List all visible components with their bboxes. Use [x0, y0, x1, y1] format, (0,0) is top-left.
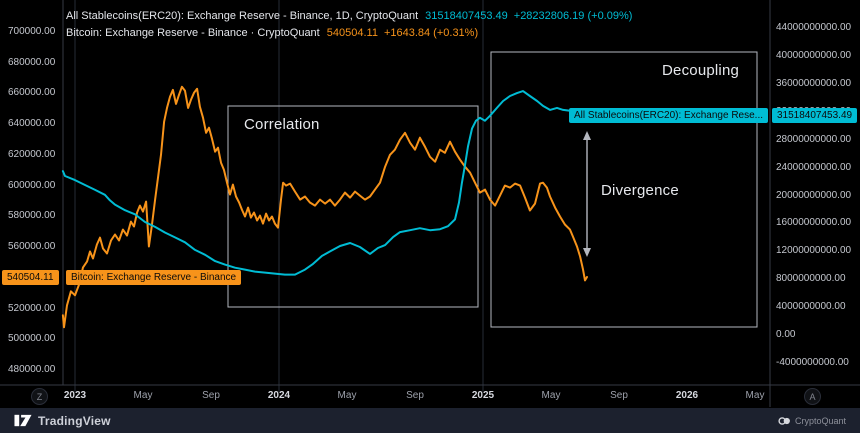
- bitcoin-series-line: [63, 87, 587, 327]
- time-axis-tick[interactable]: May: [746, 390, 765, 401]
- time-axis-tick[interactable]: May: [338, 390, 357, 401]
- divergence-annotation-label[interactable]: Divergence: [601, 182, 679, 199]
- legend-bitcoin-value: 540504.11: [327, 27, 378, 39]
- time-axis-tick[interactable]: 2026: [676, 390, 698, 401]
- right-axis-tick: 20000000000.00: [776, 190, 851, 202]
- right-axis-tick: 44000000000.00: [776, 22, 851, 34]
- left-axis-tick: 680000.00: [8, 57, 55, 69]
- right-axis-tick: 0.00: [776, 329, 795, 341]
- tradingview-chart-window: All Stablecoins(ERC20): Exchange Reserve…: [0, 0, 860, 433]
- time-axis-tick[interactable]: Sep: [406, 390, 424, 401]
- left-axis-tick: 640000.00: [8, 118, 55, 130]
- right-axis-tick: 12000000000.00: [776, 245, 851, 257]
- legend-stablecoin-change: +28232806.19 (+0.09%): [514, 10, 633, 22]
- stablecoin-price-axis-tag: 31518407453.49: [772, 108, 857, 123]
- decoupling-annotation-label[interactable]: Decoupling: [662, 62, 739, 79]
- left-axis-tick: 700000.00: [8, 26, 55, 38]
- legend-bitcoin-title[interactable]: Bitcoin: Exchange Reserve - Binance · Cr…: [66, 27, 320, 39]
- left-scale-mode-button[interactable]: Z: [31, 388, 48, 405]
- correlation-annotation-label[interactable]: Correlation: [244, 116, 320, 133]
- left-axis-tick: 600000.00: [8, 180, 55, 192]
- right-axis-tick: 24000000000.00: [776, 162, 851, 174]
- time-axis-tick[interactable]: 2025: [472, 390, 494, 401]
- right-axis-tick: -4000000000.00: [776, 357, 849, 369]
- legend-stablecoin-title[interactable]: All Stablecoins(ERC20): Exchange Reserve…: [66, 10, 418, 22]
- time-axis-tick[interactable]: 2024: [268, 390, 290, 401]
- left-axis-tick: 560000.00: [8, 241, 55, 253]
- cryptoquant-watermark: CryptoQuant: [778, 416, 846, 426]
- tradingview-brand[interactable]: TradingView: [14, 414, 111, 428]
- legend-row-bitcoin[interactable]: Bitcoin: Exchange Reserve - Binance · Cr…: [66, 25, 638, 42]
- divergence-arrowhead-down: [583, 248, 591, 257]
- chart-legend: All Stablecoins(ERC20): Exchange Reserve…: [66, 8, 638, 42]
- correlation-box: [228, 106, 478, 307]
- cryptoquant-watermark-label: CryptoQuant: [795, 416, 846, 426]
- stablecoin-series-name-tag[interactable]: All Stablecoins(ERC20): Exchange Rese...: [569, 108, 768, 123]
- time-axis-tick[interactable]: May: [542, 390, 561, 401]
- auto-scale-button[interactable]: A: [804, 388, 821, 405]
- divergence-arrowhead-up: [583, 131, 591, 140]
- legend-row-stablecoin[interactable]: All Stablecoins(ERC20): Exchange Reserve…: [66, 8, 638, 25]
- bitcoin-series-name-tag[interactable]: Bitcoin: Exchange Reserve - Binance: [66, 270, 241, 285]
- footer-bar: TradingView CryptoQuant: [0, 408, 860, 433]
- left-axis-tick: 580000.00: [8, 210, 55, 222]
- right-axis-tick: 16000000000.00: [776, 217, 851, 229]
- right-axis-tick: 28000000000.00: [776, 134, 851, 146]
- left-axis-tick: 520000.00: [8, 303, 55, 315]
- time-axis-tick[interactable]: Sep: [610, 390, 628, 401]
- left-axis-tick: 620000.00: [8, 149, 55, 161]
- left-axis-tick: 660000.00: [8, 87, 55, 99]
- bitcoin-price-axis-tag: 540504.11: [2, 270, 59, 285]
- right-axis-tick: 40000000000.00: [776, 50, 851, 62]
- right-axis-tick: 8000000000.00: [776, 273, 846, 285]
- stablecoin-series-line: [63, 91, 587, 275]
- left-axis-tick: 500000.00: [8, 333, 55, 345]
- time-axis-tick[interactable]: 2023: [64, 390, 86, 401]
- cryptoquant-logo-icon: [778, 416, 791, 426]
- right-axis-tick: 4000000000.00: [776, 301, 846, 313]
- tradingview-logo-icon: [14, 414, 32, 427]
- left-axis-tick: 480000.00: [8, 364, 55, 376]
- tradingview-brand-label: TradingView: [38, 414, 111, 428]
- time-axis-tick[interactable]: May: [134, 390, 153, 401]
- legend-stablecoin-value: 31518407453.49: [425, 10, 508, 22]
- time-axis-tick[interactable]: Sep: [202, 390, 220, 401]
- right-axis-tick: 36000000000.00: [776, 78, 851, 90]
- legend-bitcoin-change: +1643.84 (+0.31%): [384, 27, 478, 39]
